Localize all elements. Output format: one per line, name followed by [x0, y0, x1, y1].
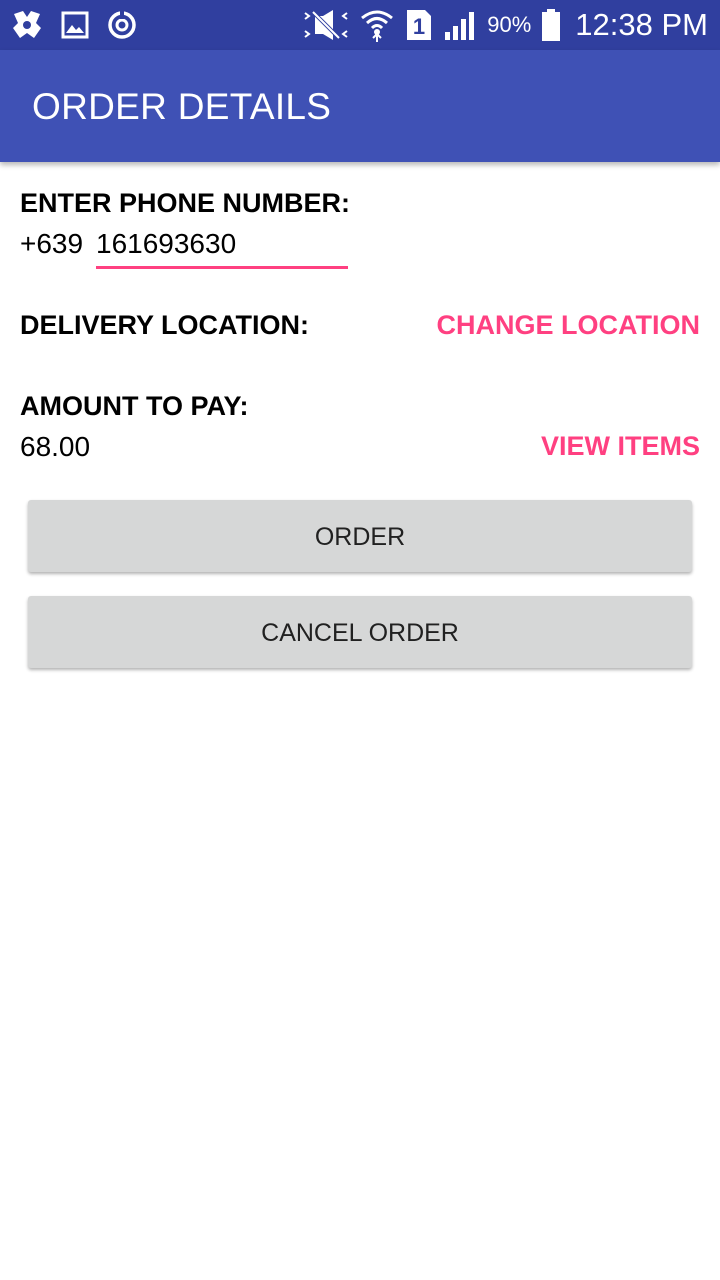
notification-icons	[10, 8, 138, 42]
battery-icon	[541, 9, 561, 41]
phone-label: ENTER PHONE NUMBER:	[20, 188, 351, 218]
phone-number-input[interactable]	[96, 222, 348, 269]
sync-icon	[106, 9, 138, 41]
battery-percent: 90%	[487, 12, 532, 37]
amount-label: AMOUNT TO PAY:	[20, 391, 249, 421]
gallery-icon	[60, 10, 90, 40]
signal-icon	[443, 10, 477, 40]
system-icons: 1 90% 12:38 PM	[303, 0, 708, 50]
app-bar: ORDER DETAILS	[0, 50, 720, 162]
status-bar: 1 90% 12:38 PM	[0, 0, 720, 50]
order-button[interactable]: ORDER	[28, 500, 692, 572]
wifi-icon	[359, 8, 395, 42]
change-location-link[interactable]: CHANGE LOCATION	[437, 310, 701, 341]
view-items-link[interactable]: VIEW ITEMS	[541, 431, 700, 462]
delivery-location-label: DELIVERY LOCATION:	[20, 310, 310, 340]
sim-1-icon: 1	[405, 8, 433, 42]
sim-number: 1	[413, 14, 425, 39]
page-title: ORDER DETAILS	[32, 86, 332, 127]
amount-value: 68.00	[20, 431, 91, 462]
phone-prefix: +639	[20, 228, 84, 259]
vibrate-icon	[303, 10, 349, 40]
cancel-order-button[interactable]: CANCEL ORDER	[28, 596, 692, 668]
app-icon	[10, 8, 44, 42]
clock: 12:38 PM	[575, 7, 708, 42]
